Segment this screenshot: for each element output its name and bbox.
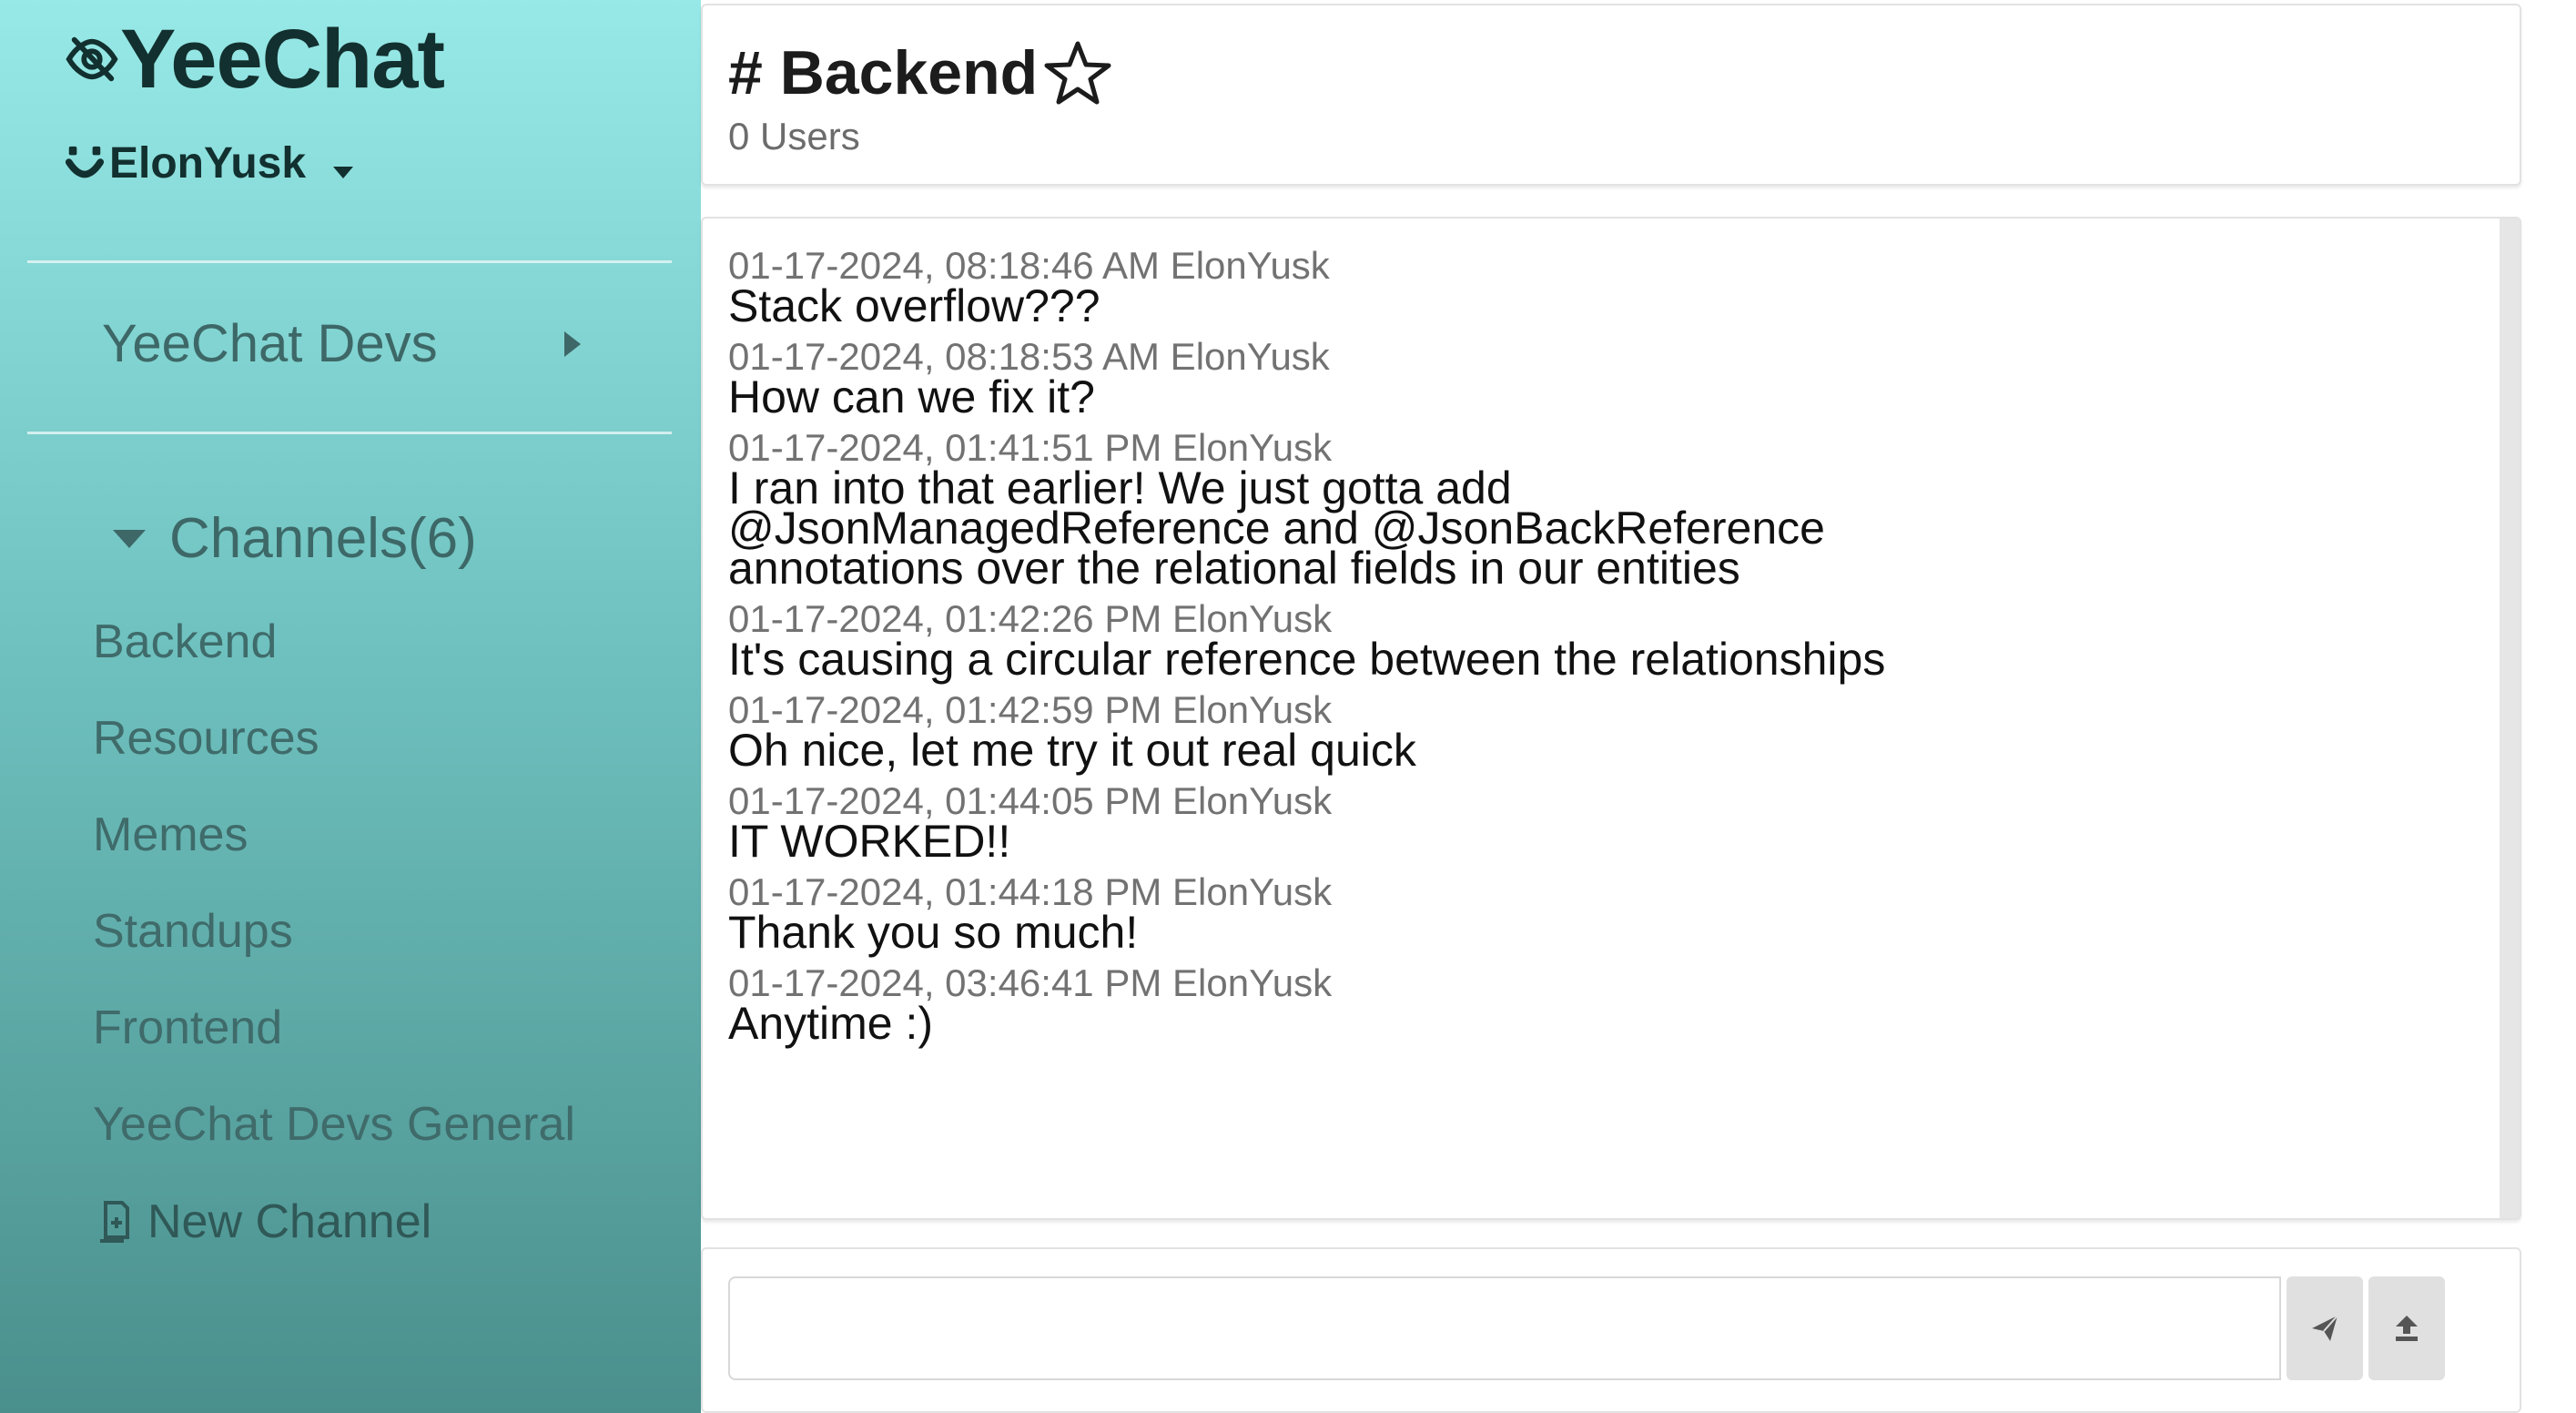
message-text: How can we fix it? bbox=[728, 371, 1095, 422]
message: 01-17-2024, 08:18:53 AM ElonYusk How can… bbox=[728, 337, 2485, 422]
message-list: 01-17-2024, 08:18:46 AM ElonYusk Stack o… bbox=[728, 246, 2485, 1054]
message: 01-17-2024, 01:44:18 PM ElonYusk Thank y… bbox=[728, 872, 2485, 958]
channel-list: Backend Resources Memes Standups Fronten… bbox=[93, 612, 575, 1191]
divider bbox=[27, 432, 672, 434]
eye-slash-icon bbox=[66, 36, 118, 82]
scrollbar[interactable] bbox=[2500, 219, 2520, 1218]
app-window: YeeChat ElonYusk YeeChat Devs Channels(6… bbox=[0, 0, 2576, 1413]
caret-down-icon bbox=[113, 529, 146, 548]
app-title: YeeChat bbox=[120, 13, 445, 106]
message-panel: 01-17-2024, 08:18:46 AM ElonYusk Stack o… bbox=[701, 217, 2521, 1220]
channel-title: # Backend bbox=[728, 38, 1039, 107]
message: 01-17-2024, 08:18:46 AM ElonYusk Stack o… bbox=[728, 246, 2485, 331]
caret-down-icon bbox=[333, 166, 354, 178]
message: 01-17-2024, 01:42:26 PM ElonYusk It's ca… bbox=[728, 599, 2485, 685]
channel-title-row: # Backend bbox=[728, 36, 1112, 109]
message: 01-17-2024, 01:44:05 PM ElonYusk IT WORK… bbox=[728, 781, 2485, 867]
new-channel-label: New Channel bbox=[147, 1195, 432, 1248]
message-text: Stack overflow??? bbox=[728, 280, 1100, 331]
channel-item-yeechat-devs-general[interactable]: YeeChat Devs General bbox=[93, 1094, 575, 1191]
message-text: IT WORKED!! bbox=[728, 816, 1011, 867]
channels-header: Channels(6) bbox=[169, 507, 477, 570]
channel-header: # Backend 0 Users bbox=[701, 4, 2521, 186]
channel-item-standups[interactable]: Standups bbox=[93, 901, 575, 998]
brand: YeeChat bbox=[64, 9, 445, 109]
message-text: I ran into that earlier! We just gotta a… bbox=[728, 463, 1825, 594]
message: 01-17-2024, 01:42:59 PM ElonYusk Oh nice… bbox=[728, 690, 2485, 776]
upload-button[interactable] bbox=[2368, 1276, 2445, 1380]
smile-icon bbox=[65, 146, 105, 178]
channel-item-memes[interactable]: Memes bbox=[93, 805, 575, 901]
username: ElonYusk bbox=[109, 139, 307, 188]
add-file-icon bbox=[100, 1201, 129, 1243]
message-text: It's causing a circular reference betwee… bbox=[728, 634, 1886, 685]
user-menu[interactable]: ElonYusk bbox=[64, 138, 355, 188]
server-selector[interactable]: YeeChat Devs bbox=[102, 313, 584, 374]
sidebar: YeeChat ElonYusk YeeChat Devs Channels(6… bbox=[0, 0, 701, 1413]
send-button[interactable] bbox=[2287, 1276, 2363, 1380]
user-count: 0 Users bbox=[728, 115, 860, 158]
channel-item-frontend[interactable]: Frontend bbox=[93, 998, 575, 1094]
new-channel-button[interactable]: New Channel bbox=[96, 1194, 431, 1249]
send-icon bbox=[2312, 1315, 2338, 1341]
message: 01-17-2024, 03:46:41 PM ElonYusk Anytime… bbox=[728, 961, 2485, 1049]
channel-item-resources[interactable]: Resources bbox=[93, 708, 575, 805]
message: 01-17-2024, 01:41:51 PM ElonYusk I ran i… bbox=[728, 428, 2485, 594]
message-text: Thank you so much! bbox=[728, 907, 1139, 958]
divider bbox=[27, 260, 672, 263]
message-text: Oh nice, let me try it out real quick bbox=[728, 725, 1416, 776]
channel-item-backend[interactable]: Backend bbox=[93, 612, 575, 708]
caret-right-icon bbox=[564, 330, 581, 357]
channels-toggle[interactable]: Channels(6) bbox=[111, 506, 477, 571]
composer bbox=[701, 1247, 2521, 1413]
message-meta: 01-17-2024, 03:46:41 PM ElonYusk bbox=[728, 961, 1333, 1004]
message-input[interactable] bbox=[728, 1276, 2281, 1380]
star-outline-icon[interactable] bbox=[1043, 38, 1112, 107]
upload-icon bbox=[2396, 1316, 2418, 1341]
server-name: YeeChat Devs bbox=[102, 314, 438, 373]
message-text: Anytime :) bbox=[728, 998, 934, 1049]
